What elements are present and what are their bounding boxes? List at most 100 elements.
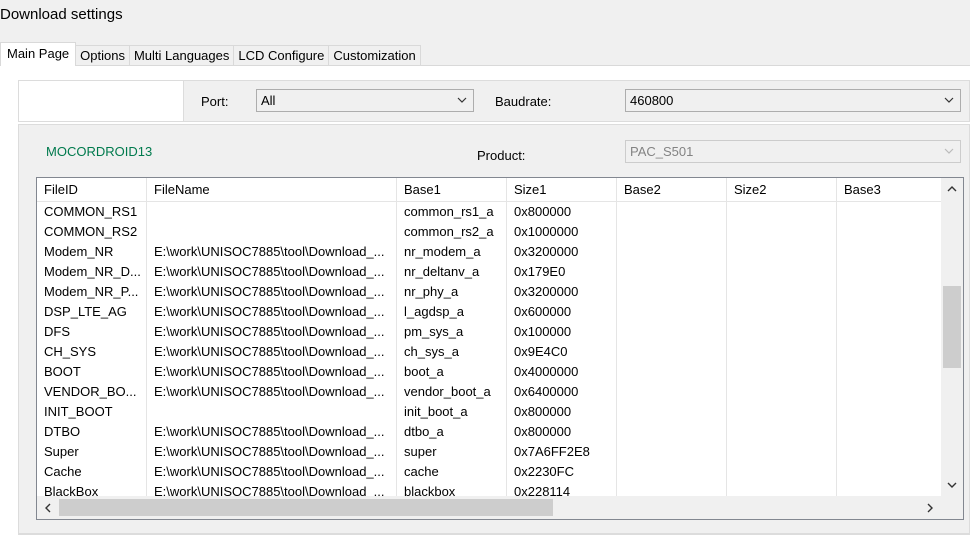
cell-size2 (727, 202, 837, 222)
cell-size1: 0x3200000 (507, 242, 617, 262)
horizontal-scrollbar[interactable] (37, 496, 941, 519)
table-row[interactable]: DTBO E:\work\UNISOC7885\tool\Download_...… (37, 422, 941, 442)
chevron-right-icon[interactable] (925, 502, 935, 514)
tab-multi-languages[interactable]: Multi Languages (128, 45, 235, 66)
cell-filename: E:\work\UNISOC7885\tool\Download_... (147, 242, 397, 262)
table-row[interactable]: BlackBox E:\work\UNISOC7885\tool\Download… (37, 482, 941, 496)
column-header-size1[interactable]: Size1 (507, 178, 617, 201)
cell-base1: common_rs2_a (397, 222, 507, 242)
product-brand: MOCORDROID13 (46, 144, 153, 159)
cell-base3 (837, 462, 941, 482)
cell-size2 (727, 342, 837, 362)
table-row[interactable]: Modem_NR_P... E:\work\UNISOC7885\tool\Dow… (37, 282, 941, 302)
column-header-base3[interactable]: Base3 (837, 178, 941, 201)
vertical-scrollbar[interactable] (941, 178, 963, 496)
table-row[interactable]: CH_SYS E:\work\UNISOC7885\tool\Download_.… (37, 342, 941, 362)
tab-customization[interactable]: Customization (328, 45, 421, 66)
cell-base1: super (397, 442, 507, 462)
cell-size2 (727, 262, 837, 282)
table-row[interactable]: INIT_BOOT init_boot_a 0x800000 (37, 402, 941, 422)
cell-base1: blackbox (397, 482, 507, 496)
cell-base3 (837, 262, 941, 282)
cell-filename: E:\work\UNISOC7885\tool\Download_... (147, 422, 397, 442)
cell-fileid: DFS (37, 322, 147, 342)
cell-size2 (727, 462, 837, 482)
cell-base2 (617, 362, 727, 382)
cell-size2 (727, 442, 837, 462)
cell-filename: E:\work\UNISOC7885\tool\Download_... (147, 382, 397, 402)
cell-filename: E:\work\UNISOC7885\tool\Download_... (147, 322, 397, 342)
chevron-left-icon[interactable] (43, 502, 53, 514)
horizontal-scroll-thumb[interactable] (59, 499, 553, 516)
cell-fileid: INIT_BOOT (37, 402, 147, 422)
cell-base3 (837, 342, 941, 362)
cell-base1: dtbo_a (397, 422, 507, 442)
cell-base3 (837, 422, 941, 442)
cell-fileid: DTBO (37, 422, 147, 442)
cell-fileid: Cache (37, 462, 147, 482)
cell-base2 (617, 282, 727, 302)
cell-base2 (617, 302, 727, 322)
chevron-down-icon (944, 148, 954, 154)
cell-base3 (837, 402, 941, 422)
table-row[interactable]: VENDOR_BO... E:\work\UNISOC7885\tool\Down… (37, 382, 941, 402)
cell-base2 (617, 242, 727, 262)
cell-base2 (617, 422, 727, 442)
column-header-fileid[interactable]: FileID (37, 178, 147, 201)
chevron-down-icon[interactable] (946, 480, 958, 490)
cell-fileid: BlackBox (37, 482, 147, 496)
cell-filename: E:\work\UNISOC7885\tool\Download_... (147, 342, 397, 362)
divider (18, 534, 970, 535)
cell-base3 (837, 322, 941, 342)
main-page-panel: Port: All Baudrate: 460800 MOCORDROID13 … (0, 65, 970, 536)
cell-base3 (837, 302, 941, 322)
cell-size1: 0x600000 (507, 302, 617, 322)
table-row[interactable]: Super E:\work\UNISOC7885\tool\Download_..… (37, 442, 941, 462)
table-row[interactable]: BOOT E:\work\UNISOC7885\tool\Download_...… (37, 362, 941, 382)
column-header-base1[interactable]: Base1 (397, 178, 507, 201)
cell-fileid: Modem_NR (37, 242, 147, 262)
cell-size2 (727, 322, 837, 342)
product-select[interactable]: PAC_S501 (625, 140, 961, 163)
cell-size1: 0x6400000 (507, 382, 617, 402)
cell-size1: 0x800000 (507, 202, 617, 222)
table-row[interactable]: Modem_NR_D... E:\work\UNISOC7885\tool\Dow… (37, 262, 941, 282)
table-row[interactable]: DSP_LTE_AG E:\work\UNISOC7885\tool\Downlo… (37, 302, 941, 322)
cell-base3 (837, 382, 941, 402)
cell-base1: nr_modem_a (397, 242, 507, 262)
vertical-scroll-thumb[interactable] (943, 286, 961, 368)
table-row[interactable]: Cache E:\work\UNISOC7885\tool\Download_..… (37, 462, 941, 482)
table-row[interactable]: COMMON_RS2 common_rs2_a 0x1000000 (37, 222, 941, 242)
cell-filename: E:\work\UNISOC7885\tool\Download_... (147, 302, 397, 322)
cell-size1: 0x228114 (507, 482, 617, 496)
table-row[interactable]: Modem_NR E:\work\UNISOC7885\tool\Download… (37, 242, 941, 262)
column-header-size2[interactable]: Size2 (727, 178, 837, 201)
cell-base3 (837, 482, 941, 496)
cell-filename: E:\work\UNISOC7885\tool\Download_... (147, 442, 397, 462)
table-row[interactable]: COMMON_RS1 common_rs1_a 0x800000 (37, 202, 941, 222)
cell-base3 (837, 222, 941, 242)
file-list-table[interactable]: FileID FileName Base1 Size1 Base2 Size2 … (36, 177, 964, 520)
cell-size2 (727, 482, 837, 496)
port-settings-group: Port: All Baudrate: 460800 (18, 80, 970, 122)
cell-fileid: Super (37, 442, 147, 462)
cell-fileid: COMMON_RS2 (37, 222, 147, 242)
cell-filename (147, 202, 397, 222)
cell-size2 (727, 222, 837, 242)
column-header-base2[interactable]: Base2 (617, 178, 727, 201)
cell-size2 (727, 282, 837, 302)
cell-base2 (617, 262, 727, 282)
scrollbar-corner (941, 496, 963, 519)
chevron-down-icon (944, 97, 954, 103)
tab-lcd-configure[interactable]: LCD Configure (233, 45, 330, 66)
table-row[interactable]: DFS E:\work\UNISOC7885\tool\Download_... p… (37, 322, 941, 342)
chevron-up-icon[interactable] (946, 184, 958, 194)
baudrate-select[interactable]: 460800 (625, 89, 961, 112)
cell-base1: init_boot_a (397, 402, 507, 422)
column-header-filename[interactable]: FileName (147, 178, 397, 201)
tab-options[interactable]: Options (75, 45, 130, 66)
port-select[interactable]: All (256, 89, 474, 112)
tab-main-page[interactable]: Main Page (0, 42, 77, 66)
cell-base3 (837, 362, 941, 382)
window-title: Download settings (0, 6, 123, 23)
